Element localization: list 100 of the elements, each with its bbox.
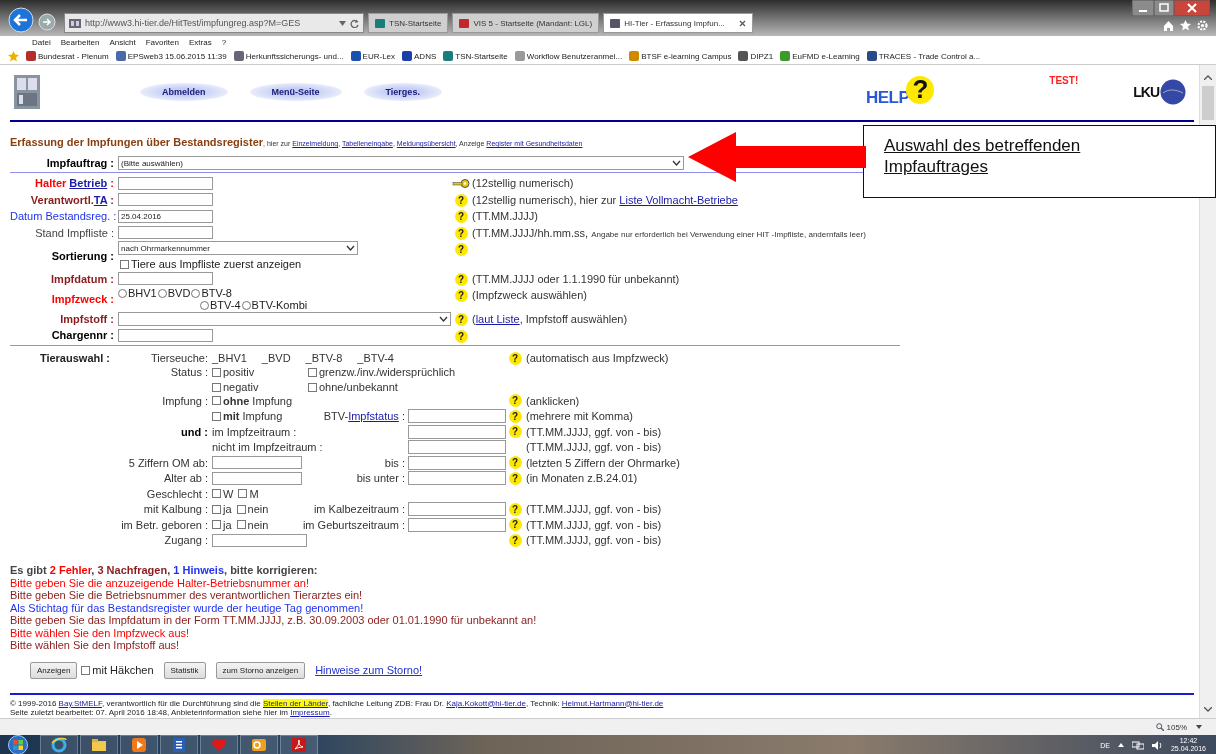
link[interactable]: Liste Vollmacht-Betriebe: [619, 193, 738, 206]
button[interactable]: Anzeigen: [30, 661, 78, 679]
site-logo-drawing[interactable]: [14, 74, 40, 109]
input-field[interactable]: [408, 455, 506, 470]
help-icon[interactable]: ?: [508, 533, 522, 547]
tray-arrow-icon[interactable]: [1117, 743, 1124, 747]
key-icon[interactable]: [452, 179, 470, 188]
favorite-link[interactable]: Herkunftssicherungs- und...: [233, 51, 344, 61]
help-icon[interactable]: ?: [508, 351, 522, 365]
minimize-button[interactable]: [1132, 0, 1154, 16]
help-icon[interactable]: ?: [454, 243, 468, 256]
link[interactable]: TA: [93, 193, 108, 206]
menu-item[interactable]: ?: [221, 37, 227, 47]
link[interactable]: Betrieb: [69, 177, 108, 190]
menu-item[interactable]: Bearbeiten: [60, 37, 100, 47]
favorite-link[interactable]: TRACES - Trade Control a...: [866, 51, 981, 61]
date-field[interactable]: 25.04.2016: [118, 209, 213, 223]
checkbox[interactable]: [212, 396, 221, 406]
favorite-link[interactable]: EPSweb3 15.06.2015 11:39: [115, 51, 227, 61]
radio-button[interactable]: [241, 300, 251, 310]
favorite-link[interactable]: DIPZ1: [738, 51, 774, 61]
browser-tab[interactable]: TSN-Startseite: [368, 13, 449, 33]
speaker-icon[interactable]: [1151, 740, 1163, 750]
dropdown-icon[interactable]: [1196, 725, 1202, 729]
mail-icon[interactable]: [251, 737, 267, 753]
home-icon[interactable]: [1163, 20, 1174, 31]
button[interactable]: Statistik: [163, 661, 206, 679]
checkbox[interactable]: [120, 259, 129, 269]
input-field[interactable]: [408, 409, 506, 424]
nav-button[interactable]: Abmelden: [140, 82, 228, 101]
start-button[interactable]: [8, 735, 28, 754]
address-bar[interactable]: http://www3.hi-tier.de/HitTest/impfungreg.asp?M=GES: [64, 13, 364, 33]
link[interactable]: Impressum: [290, 707, 330, 717]
link[interactable]: Stellen der Länder: [263, 698, 328, 708]
help-icon[interactable]: ?: [508, 471, 522, 485]
input-field[interactable]: [118, 193, 213, 207]
help-icon[interactable]: ?: [454, 272, 468, 286]
link[interactable]: laut Liste: [475, 313, 520, 325]
favorite-link[interactable]: BTSF e-learning Campus: [629, 51, 732, 61]
dropdown[interactable]: nach Ohrmarkennummer: [118, 241, 358, 255]
input-field[interactable]: [408, 424, 506, 439]
network-icon[interactable]: [1131, 740, 1144, 750]
favorite-link[interactable]: Workflow Benutzeranmel...: [514, 51, 623, 61]
close-icon[interactable]: [738, 19, 746, 27]
button[interactable]: zum Storno anzeigen: [215, 661, 306, 679]
radio-button[interactable]: [118, 288, 127, 298]
pdf-icon[interactable]: [291, 737, 307, 753]
menu-item[interactable]: Datei: [32, 37, 51, 47]
checkbox[interactable]: [212, 411, 221, 421]
scrollbar-thumb[interactable]: [1202, 86, 1214, 120]
browser-tab[interactable]: VIS 5 - Startseite (Mandant: LGL): [452, 13, 600, 33]
checkbox[interactable]: [236, 520, 246, 530]
help-icon[interactable]: ?: [454, 289, 468, 302]
checkbox[interactable]: [212, 520, 221, 530]
nav-button[interactable]: Tierges.: [363, 82, 442, 101]
link[interactable]: Kaja.Kokott@hi-tier.de: [446, 698, 526, 708]
help-icon[interactable]: ?: [454, 210, 468, 223]
radio-button[interactable]: [200, 300, 209, 310]
checkbox[interactable]: [212, 489, 221, 499]
checkbox[interactable]: [212, 367, 221, 377]
favorite-link[interactable]: TSN-Startseite: [443, 51, 508, 61]
browser-tab[interactable]: HI-Tier - Erfassung Impfun...: [603, 13, 753, 33]
help-icon[interactable]: ?: [508, 394, 522, 408]
forward-button[interactable]: [38, 13, 56, 31]
play-icon[interactable]: [131, 737, 147, 753]
checkbox[interactable]: [308, 382, 317, 392]
menu-item[interactable]: Extras: [189, 37, 212, 47]
input-field[interactable]: [408, 440, 506, 455]
help-icon[interactable]: ?: [508, 409, 522, 423]
help-icon[interactable]: ?: [454, 313, 468, 326]
scroll-up-icon[interactable]: [1204, 75, 1212, 80]
menu-item[interactable]: Ansicht: [109, 37, 136, 47]
checkbox[interactable]: [212, 504, 221, 514]
maximize-button[interactable]: [1154, 0, 1174, 16]
refresh-icon[interactable]: [350, 18, 359, 28]
favorite-link[interactable]: EUR-Lex: [350, 51, 396, 61]
input-field[interactable]: [408, 502, 506, 517]
favorite-link[interactable]: ADNS: [402, 51, 437, 61]
favorites-star-icon[interactable]: [8, 50, 19, 62]
help-icon[interactable]: ?: [508, 502, 522, 516]
help-icon[interactable]: ?: [454, 226, 468, 240]
dropdown-icon[interactable]: [339, 20, 346, 26]
link[interactable]: Impfstatus: [348, 410, 399, 423]
nav-button[interactable]: Menü-Seite: [249, 82, 342, 101]
zoom-icon[interactable]: [1155, 723, 1164, 731]
help-icon[interactable]: ?: [508, 456, 522, 470]
scroll-down-icon[interactable]: [1204, 707, 1212, 712]
document-icon[interactable]: [171, 737, 187, 753]
close-button[interactable]: [1174, 0, 1210, 16]
caret-icon[interactable]: [672, 160, 681, 166]
link[interactable]: Hinweise zum Storno!: [315, 664, 423, 676]
back-button[interactable]: [8, 7, 34, 33]
checkbox[interactable]: [308, 367, 317, 377]
input-field[interactable]: [212, 471, 302, 485]
help-icon[interactable]: ?: [508, 425, 522, 439]
input-field[interactable]: [212, 533, 307, 547]
checkbox[interactable]: [212, 382, 221, 392]
help-icon[interactable]: ?: [454, 193, 468, 207]
star-icon[interactable]: [1180, 20, 1191, 31]
radio-button[interactable]: [191, 288, 201, 298]
